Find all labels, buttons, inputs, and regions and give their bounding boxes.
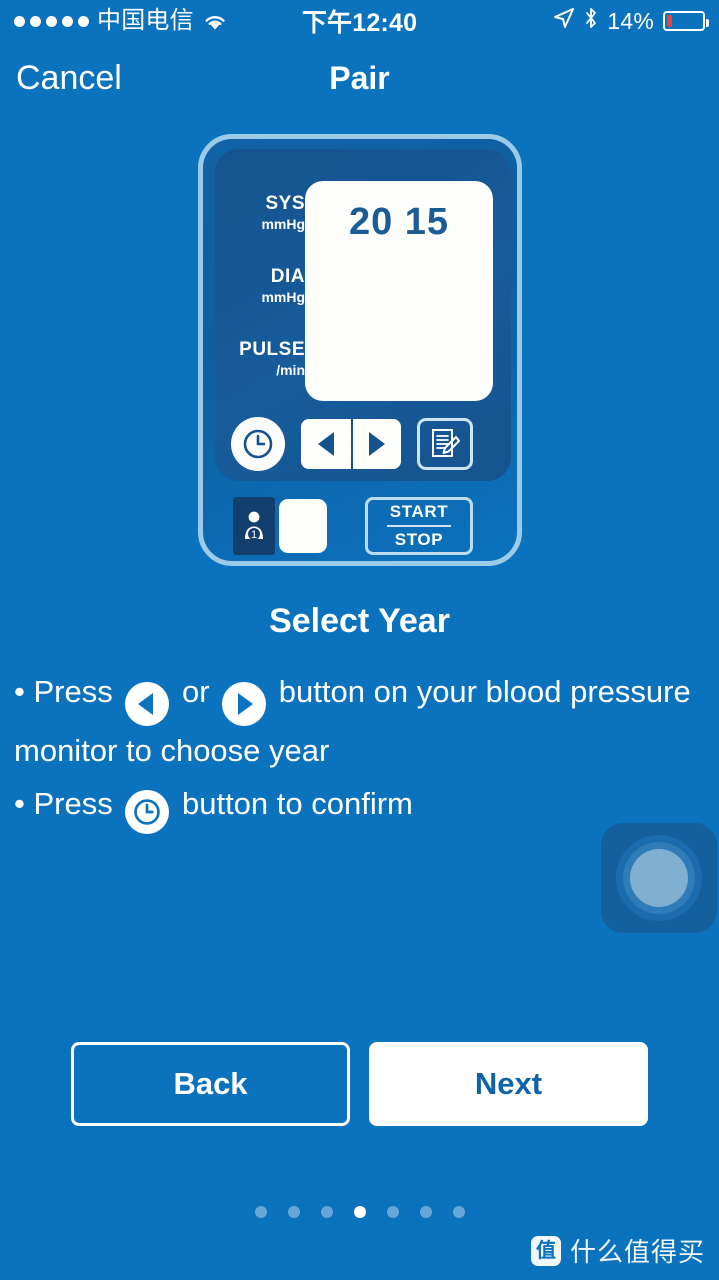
battery-icon [663, 11, 709, 31]
arrow-right-icon [222, 682, 267, 726]
status-bar: 中国电信 下午12:40 14% [0, 0, 719, 42]
start-label: START [389, 502, 449, 521]
bluetooth-icon [584, 7, 598, 35]
instruction-1-mid: or [181, 674, 210, 709]
page-indicator[interactable] [0, 1206, 719, 1218]
lcd-year-value: 20 15 [348, 201, 450, 243]
watermark-logo-icon: 值 [530, 1235, 561, 1266]
start-stop-divider [387, 525, 451, 527]
nav-bar: Cancel Pair [0, 48, 719, 116]
page-dot-6[interactable] [452, 1206, 465, 1218]
clock-icon [125, 790, 170, 834]
footer-buttons: Back Next [71, 1042, 648, 1126]
user-1-icon: 1 [233, 497, 275, 555]
page-dot-2[interactable] [320, 1206, 333, 1218]
touch-ripple-indicator [601, 823, 717, 933]
touch-ring-middle [623, 842, 695, 914]
measurement-label-dia: DIA mmHg [233, 266, 305, 305]
pulse-label: PULSE [239, 339, 305, 360]
instruction-2-suffix: button to confirm [181, 786, 413, 821]
svg-text:1: 1 [251, 529, 257, 541]
dia-label: DIA [270, 266, 305, 287]
instruction-2-prefix: • Press [14, 786, 113, 821]
device-cuff-slot [279, 499, 327, 553]
watermark-text: 什么值得买 [569, 1237, 705, 1267]
page-dot-0[interactable] [254, 1206, 267, 1218]
measurement-label-sys: SYS mmHg [233, 193, 305, 232]
stop-label: STOP [394, 530, 444, 549]
memo-document-icon[interactable] [417, 418, 473, 470]
next-button[interactable]: Next [369, 1042, 648, 1126]
instruction-item-1: • Press or button on your blood pressure… [14, 667, 708, 775]
page-dot-4[interactable] [386, 1206, 399, 1218]
sys-unit: mmHg [261, 216, 305, 232]
step-title: Select Year [269, 602, 450, 640]
blood-pressure-monitor-illustration: SYS mmHg DIA mmHg PULSE /min 20 15 1 STA… [198, 134, 522, 566]
page-dot-3[interactable] [353, 1206, 366, 1218]
pulse-unit: /min [276, 362, 305, 378]
measurement-labels: SYS mmHg DIA mmHg PULSE /min [233, 193, 305, 412]
page-dot-1[interactable] [287, 1206, 300, 1218]
touch-ring-inner [630, 849, 688, 907]
device-button-row [231, 413, 499, 475]
app-screen: 中国电信 下午12:40 14% Cancel Pair SYS mmHg DI… [0, 0, 719, 1280]
sys-label: SYS [265, 193, 305, 214]
arrow-left-icon[interactable] [301, 419, 351, 469]
instructions-list: • Press or button on your blood pressure… [14, 667, 708, 838]
device-arrow-buttons [301, 419, 401, 469]
device-lower-panel: 1 START STOP [233, 495, 503, 557]
location-arrow-icon [553, 7, 575, 35]
instruction-item-2: • Press button to confirm [14, 779, 708, 834]
arrow-right-icon[interactable] [351, 419, 401, 469]
page-dot-5[interactable] [419, 1206, 432, 1218]
measurement-label-pulse: PULSE /min [233, 339, 305, 378]
instruction-1-prefix: • Press [14, 674, 113, 709]
instruction-1-suffix: button on your blood pressure monitor to… [14, 674, 691, 768]
clock-icon[interactable] [231, 417, 285, 471]
status-bar-right: 14% [553, 7, 709, 35]
device-lcd-screen: 20 15 [305, 181, 493, 401]
touch-ring-outer [616, 835, 702, 921]
dia-unit: mmHg [261, 289, 305, 305]
watermark: 值 什么值得买 [530, 1232, 705, 1269]
page-title: Pair [329, 60, 390, 96]
arrow-left-icon [125, 682, 170, 726]
battery-percent-label: 14% [607, 7, 654, 34]
start-stop-button[interactable]: START STOP [365, 497, 473, 555]
device-upper-panel: SYS mmHg DIA mmHg PULSE /min 20 15 [215, 149, 511, 481]
back-button[interactable]: Back [71, 1042, 350, 1126]
